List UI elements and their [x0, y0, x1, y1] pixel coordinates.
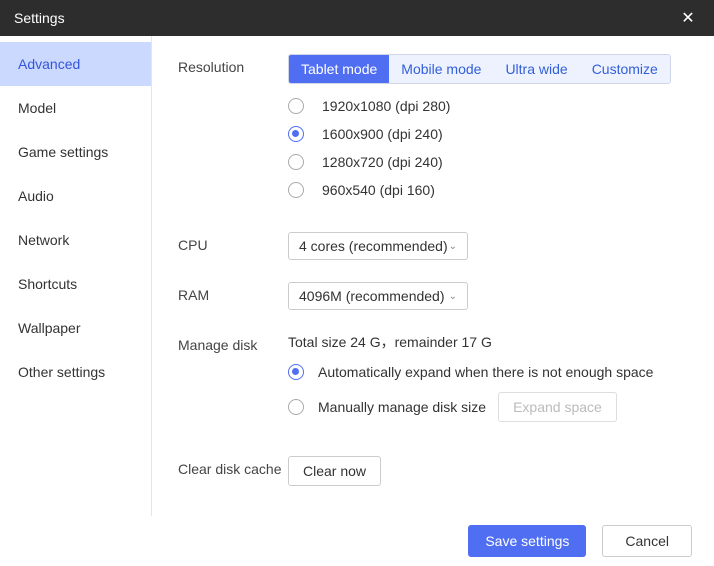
resolution-option-label: 1920x1080 (dpi 280) [322, 98, 450, 114]
chevron-down-icon: ⌄ [449, 291, 457, 302]
radio-icon [288, 126, 304, 142]
resolution-option[interactable]: 1920x1080 (dpi 280) [288, 98, 688, 114]
resolution-option[interactable]: 1600x900 (dpi 240) [288, 126, 688, 142]
radio-icon [288, 364, 304, 380]
resolution-option-label: 1600x900 (dpi 240) [322, 126, 443, 142]
radio-icon [288, 98, 304, 114]
save-settings-button[interactable]: Save settings [468, 525, 586, 557]
ram-label: RAM [178, 282, 288, 310]
tab-customize[interactable]: Customize [580, 55, 670, 83]
close-icon[interactable]: ✕ [676, 6, 700, 30]
sidebar-item-audio[interactable]: Audio [0, 174, 151, 218]
resolution-option-label: 1280x720 (dpi 240) [322, 154, 443, 170]
sidebar-item-advanced[interactable]: Advanced [0, 42, 151, 86]
resolution-label: Resolution [178, 54, 288, 210]
disk-auto-expand-option[interactable]: Automatically expand when there is not e… [288, 364, 688, 380]
disk-status-text: Total size 24 G，remainder 17 G [288, 332, 688, 352]
sidebar-item-other-settings[interactable]: Other settings [0, 350, 151, 394]
settings-content: Resolution Tablet modeMobile modeUltra w… [152, 36, 714, 516]
chevron-down-icon: ⌄ [449, 241, 457, 252]
radio-icon [288, 154, 304, 170]
cpu-label: CPU [178, 232, 288, 260]
resolution-option[interactable]: 960x540 (dpi 160) [288, 182, 688, 198]
window-title: Settings [14, 10, 676, 26]
tab-mobile-mode[interactable]: Mobile mode [389, 55, 493, 83]
resolution-option-label: 960x540 (dpi 160) [322, 182, 435, 198]
disk-manual-label: Manually manage disk size [318, 399, 486, 415]
sidebar-item-wallpaper[interactable]: Wallpaper [0, 306, 151, 350]
sidebar-item-game-settings[interactable]: Game settings [0, 130, 151, 174]
radio-icon [288, 182, 304, 198]
resolution-options: 1920x1080 (dpi 280) 1600x900 (dpi 240) 128… [288, 98, 688, 198]
disk-manual-option[interactable]: Manually manage disk size Expand space [288, 392, 688, 422]
tab-tablet-mode[interactable]: Tablet mode [289, 55, 389, 83]
manage-disk-label: Manage disk [178, 332, 288, 434]
ram-select-value: 4096M (recommended) [299, 288, 445, 304]
footer: Save settings Cancel [0, 516, 714, 566]
cancel-button[interactable]: Cancel [602, 525, 692, 557]
clear-now-button[interactable]: Clear now [288, 456, 381, 486]
sidebar-item-network[interactable]: Network [0, 218, 151, 262]
sidebar-item-model[interactable]: Model [0, 86, 151, 130]
clear-cache-label: Clear disk cache [178, 456, 288, 486]
cpu-select[interactable]: 4 cores (recommended) ⌄ [288, 232, 468, 260]
cpu-select-value: 4 cores (recommended) [299, 238, 448, 254]
ram-select[interactable]: 4096M (recommended) ⌄ [288, 282, 468, 310]
tab-ultra-wide[interactable]: Ultra wide [493, 55, 579, 83]
disk-auto-expand-label: Automatically expand when there is not e… [318, 364, 653, 380]
sidebar-item-shortcuts[interactable]: Shortcuts [0, 262, 151, 306]
radio-icon [288, 399, 304, 415]
expand-space-button: Expand space [498, 392, 617, 422]
resolution-option[interactable]: 1280x720 (dpi 240) [288, 154, 688, 170]
resolution-tabs: Tablet modeMobile modeUltra wideCustomiz… [288, 54, 671, 84]
sidebar: AdvancedModelGame settingsAudioNetworkSh… [0, 36, 152, 516]
